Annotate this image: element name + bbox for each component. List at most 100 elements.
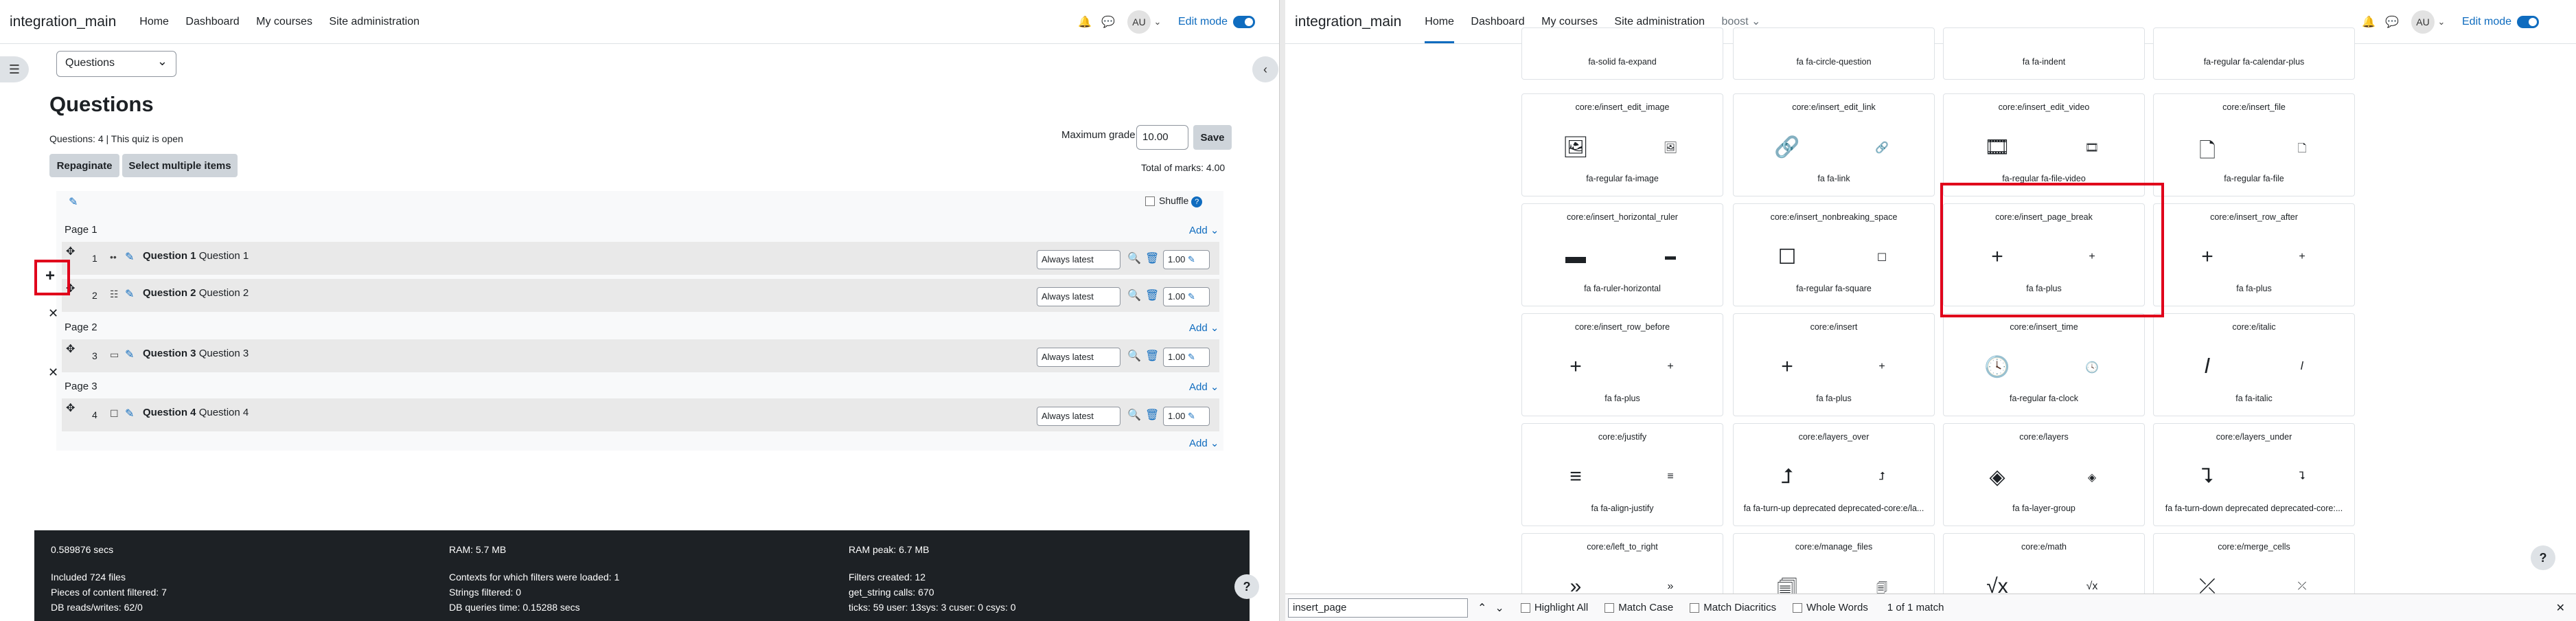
whole-words-option[interactable]: Whole Words	[1793, 602, 1868, 613]
icon-name-label: core:e/insert_time	[2010, 322, 2078, 332]
edit-heading-icon[interactable]: ✎	[69, 195, 78, 209]
question-name[interactable]: Question 1 Question 1	[143, 250, 249, 262]
fa-class-label: fa-regular fa-image	[1586, 174, 1659, 183]
question-name[interactable]: Question 3 Question 3	[143, 348, 249, 359]
nav-dashboard[interactable]: Dashboard	[185, 16, 239, 28]
icon-card: core:e/insert_row_after + + fa fa-plus	[2153, 203, 2355, 306]
site-brand[interactable]: integration_main	[1295, 14, 1401, 30]
shuffle-control[interactable]: Shuffle ?	[1145, 195, 1203, 207]
chat-icon[interactable]: 💬	[2385, 15, 2399, 29]
add-page-break-icon[interactable]: +	[45, 267, 55, 286]
site-brand[interactable]: integration_main	[10, 14, 116, 30]
repaginate-button[interactable]: Repaginate	[49, 154, 119, 177]
icon-card: core:e/justify ≡ ≡ fa fa-align-justify	[1521, 423, 1723, 526]
avatar[interactable]: AU	[2411, 10, 2435, 34]
move-icon[interactable]: ✥	[66, 342, 75, 356]
align-justify-icon: ≡	[1569, 465, 1582, 488]
move-icon[interactable]: ✥	[66, 401, 75, 415]
nav-dashboard[interactable]: Dashboard	[1471, 16, 1524, 28]
fa-class-label: fa fa-plus	[1816, 394, 1852, 403]
delete-icon[interactable]: 🗑	[1145, 289, 1159, 302]
max-grade-input[interactable]: 10.00	[1136, 125, 1188, 150]
remove-page-break-icon[interactable]: ✕	[48, 306, 58, 321]
icon-name-label: core:e/left_to_right	[1587, 542, 1658, 552]
icon-name-label: core:e/merge_cells	[2218, 542, 2290, 552]
nav-theme-menu[interactable]: boost ⌄	[1721, 14, 1760, 28]
avatar[interactable]: AU	[1127, 10, 1151, 34]
save-button[interactable]: Save	[1193, 125, 1232, 150]
edit-question-icon[interactable]: ✎	[125, 348, 134, 361]
icon-card: core:e/layers ◈ ◈ fa fa-layer-group	[1943, 423, 2145, 526]
highlight-all-option[interactable]: Highlight All	[1520, 602, 1588, 613]
edit-question-icon[interactable]: ✎	[125, 287, 134, 301]
edit-question-icon[interactable]: ✎	[125, 407, 134, 420]
icon-card: core:e/insert_horizontal_ruler ▬ ▬ fa fa-ru…	[1521, 203, 1723, 306]
quiz-info: Questions: 4 | This quiz is open	[49, 133, 183, 144]
preview-icon[interactable]: 🔍	[1127, 289, 1141, 302]
question-name[interactable]: Question 2 Question 2	[143, 287, 249, 299]
match-diacritics-option[interactable]: Match Diacritics	[1690, 602, 1776, 613]
icon-card: core:e/layers_over ⮥ ⮥ fa fa-turn-up deprec…	[1733, 423, 1935, 526]
mark-input[interactable]: 1.00 ✎	[1163, 348, 1210, 367]
help-button[interactable]: ?	[1234, 574, 1259, 599]
image-icon: 🖼	[1562, 136, 1589, 159]
nav-my-courses[interactable]: My courses	[1541, 16, 1598, 28]
angles-right-icon: »	[1667, 580, 1674, 592]
icon-card-top: fa fa-indent	[1943, 27, 2145, 80]
nav-site-admin[interactable]: Site administration	[1614, 16, 1705, 28]
question-name[interactable]: Question 4 Question 4	[143, 407, 249, 418]
select-multiple-button[interactable]: Select multiple items	[122, 154, 238, 177]
edit-question-icon[interactable]: ✎	[125, 250, 134, 264]
nav-my-courses[interactable]: My courses	[256, 16, 312, 28]
edit-mode-toggle[interactable]	[1233, 16, 1256, 28]
clock-icon: 🕓	[2085, 362, 2099, 374]
preview-icon[interactable]: 🔍	[1127, 408, 1141, 422]
move-icon[interactable]: ✥	[66, 245, 75, 258]
icon-card: core:e/insert_edit_video 🎞 🎞 fa-regular fa-…	[1943, 93, 2145, 196]
bell-icon[interactable]: 🔔	[1078, 15, 1092, 29]
preview-icon[interactable]: 🔍	[1127, 349, 1141, 363]
mark-input[interactable]: 1.00 ✎	[1163, 250, 1210, 269]
bell-icon[interactable]: 🔔	[2362, 15, 2376, 29]
tertiary-nav-select[interactable]: Questions	[56, 51, 176, 77]
delete-icon[interactable]: 🗑	[1145, 349, 1159, 363]
find-next-icon[interactable]: ⌄	[1495, 601, 1504, 615]
delete-icon[interactable]: 🗑	[1145, 251, 1159, 265]
close-block-drawer-button[interactable]: ‹	[1252, 56, 1278, 82]
add-menu-end[interactable]: Add ⌄	[1189, 437, 1219, 449]
add-menu-page-2[interactable]: Add ⌄	[1189, 321, 1219, 334]
fa-class-label: fa-regular fa-file-video	[2002, 174, 2086, 183]
find-input[interactable]: insert_page	[1288, 598, 1468, 618]
add-menu-page-1[interactable]: Add ⌄	[1189, 224, 1219, 236]
match-case-option[interactable]: Match Case	[1605, 602, 1673, 613]
chat-icon[interactable]: 💬	[1101, 15, 1115, 29]
delete-icon[interactable]: 🗑	[1145, 408, 1159, 422]
icon-card-top: fa fa-circle-question	[1733, 27, 1935, 80]
preview-icon[interactable]: 🔍	[1127, 251, 1141, 265]
shuffle-checkbox[interactable]	[1145, 196, 1155, 207]
mark-input[interactable]: 1.00 ✎	[1163, 287, 1210, 306]
help-icon[interactable]: ?	[1191, 196, 1203, 207]
chevron-down-icon[interactable]: ⌄	[1151, 15, 1164, 29]
help-button[interactable]: ?	[2531, 545, 2555, 570]
find-prev-icon[interactable]: ⌃	[1477, 601, 1486, 615]
icon-name-label: core:e/insert_file	[2222, 102, 2286, 112]
open-course-index-button[interactable]: ☰	[0, 56, 29, 82]
highlight-box	[1940, 183, 2164, 317]
icon-card: core:e/layers_under ⮧ ⮧ fa fa-turn-down dep…	[2153, 423, 2355, 526]
edit-mode-toggle[interactable]	[2517, 16, 2540, 28]
version-select[interactable]: Always latest	[1037, 348, 1120, 367]
question-row-2: ✥ 2 ☷ ✎ Question 2 Question 2 Always lat…	[62, 279, 1219, 312]
mark-input[interactable]: 1.00 ✎	[1163, 407, 1210, 426]
remove-page-break-icon[interactable]: ✕	[48, 365, 58, 380]
version-select[interactable]: Always latest	[1037, 407, 1120, 426]
close-find-icon[interactable]: ✕	[2556, 601, 2565, 615]
version-select[interactable]: Always latest	[1037, 250, 1120, 269]
nav-site-admin[interactable]: Site administration	[329, 16, 419, 28]
nav-home[interactable]: Home	[1425, 16, 1454, 43]
nav-home[interactable]: Home	[139, 16, 169, 28]
add-menu-page-3[interactable]: Add ⌄	[1189, 381, 1219, 393]
icon-name-label: core:e/insert_edit_link	[1792, 102, 1876, 112]
chevron-down-icon[interactable]: ⌄	[2435, 15, 2448, 29]
version-select[interactable]: Always latest	[1037, 287, 1120, 306]
